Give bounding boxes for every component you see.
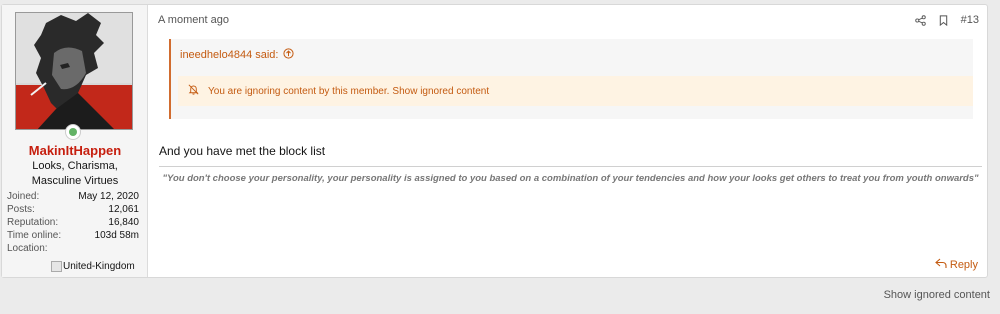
reply-label: Reply [949,259,978,271]
reply-icon [935,258,947,272]
broken-image-icon [51,261,62,272]
stat-joined: Joined: May 12, 2020 [7,190,139,203]
user-title: Looks, Charisma, Masculine Virtues [31,160,119,187]
quote-author[interactable]: ineedhelo4844 said: [180,49,278,61]
stat-reputation: Reputation: 16,840 [7,216,139,229]
user-signature: "You don't choose your personality, your… [159,166,982,185]
avatar[interactable] [15,12,133,130]
arrow-up-circle-icon[interactable] [283,48,295,62]
stat-location: Location: [7,242,139,255]
stat-label: Location: [7,243,48,254]
stat-posts: Posts: 12,061 [7,203,139,216]
post-message: And you have met the block list [159,144,326,158]
quote-block: ineedhelo4844 said: You are ignoring con… [169,39,973,119]
ignored-message: You are ignoring content by this member. [208,85,390,97]
reply-button[interactable]: Reply [935,258,978,272]
user-stats: Joined: May 12, 2020 Posts: 12,061 Reput… [7,190,139,255]
post-container: MakinItHappen Looks, Charisma, Masculine… [1,4,988,278]
flag-alt-text: United-Kingdom [63,261,135,272]
stat-value: 16,840 [108,217,139,228]
post-number-link[interactable]: #13 [961,14,979,26]
bookmark-icon[interactable] [939,14,948,26]
stat-value: 103d 58m [94,230,139,241]
stat-value: 12,061 [108,204,139,215]
online-status-indicator [65,124,81,140]
post-timestamp[interactable]: A moment ago [158,14,229,26]
show-ignored-content-footer-link[interactable]: Show ignored content [884,289,990,301]
post-actions: #13 [914,14,979,26]
muted-bell-icon [187,83,200,99]
avatar-image [16,13,132,129]
stat-label: Time online: [7,230,62,241]
ignored-content-notice: You are ignoring content by this member.… [178,76,973,106]
user-info-panel: MakinItHappen Looks, Charisma, Masculine… [2,5,148,277]
quote-attribution[interactable]: ineedhelo4844 said: [180,48,295,62]
stat-label: Posts: [7,204,35,215]
stat-label: Reputation: [7,217,59,228]
location-flag: United-Kingdom [51,261,135,272]
share-icon[interactable] [914,14,926,26]
stat-value: May 12, 2020 [78,191,139,202]
username-link[interactable]: MakinItHappen [2,143,148,158]
stat-time-online: Time online: 103d 58m [7,229,139,242]
show-ignored-content-link[interactable]: Show ignored content [392,86,489,97]
stat-label: Joined: [7,191,40,202]
